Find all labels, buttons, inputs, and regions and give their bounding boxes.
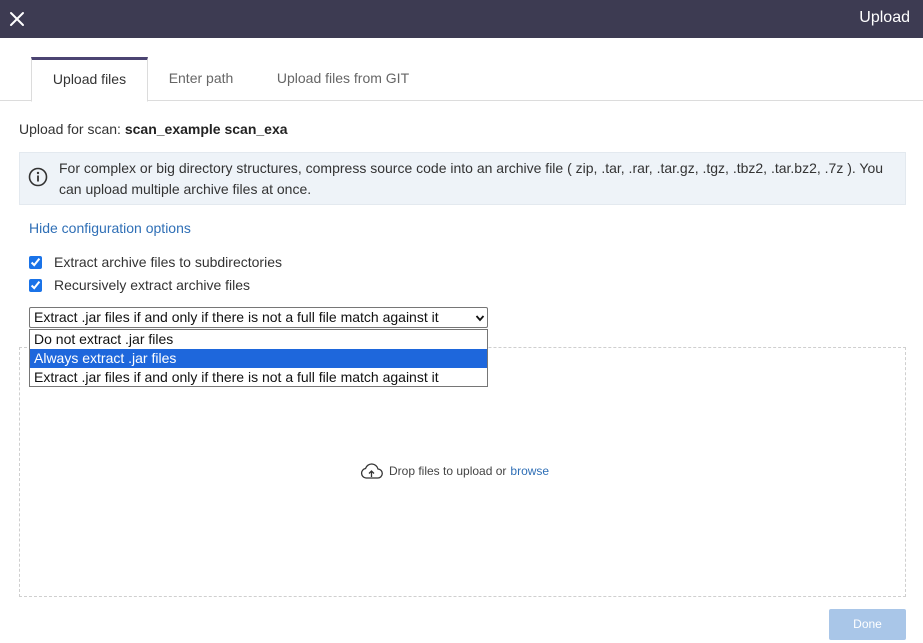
jar-option[interactable]: Extract .jar files if and only if there … (30, 368, 487, 387)
chevron-down-icon (475, 315, 485, 322)
done-button[interactable]: Done (829, 609, 906, 640)
recursive-extract-option[interactable]: Recursively extract archive files (29, 277, 250, 293)
jar-select-value: Extract .jar files if and only if there … (34, 309, 439, 325)
header-bar: Upload (0, 0, 923, 38)
jar-option-highlighted[interactable]: Always extract .jar files (30, 349, 487, 368)
hide-config-link[interactable]: Hide configuration options (29, 220, 191, 236)
close-icon[interactable] (8, 10, 26, 28)
jar-extract-select[interactable]: Extract .jar files if and only if there … (29, 307, 488, 328)
recursive-extract-checkbox[interactable] (29, 278, 42, 292)
drop-prompt: Drop files to upload or browse (360, 462, 549, 480)
tab-enter-path[interactable]: Enter path (155, 57, 247, 101)
drop-text: Drop files to upload or (389, 464, 507, 478)
info-text: For complex or big directory structures,… (59, 160, 884, 197)
extract-subdirs-option[interactable]: Extract archive files to subdirectories (29, 254, 282, 270)
browse-link[interactable]: browse (510, 464, 549, 478)
cloud-upload-icon (360, 463, 383, 479)
scan-name: scan_example scan_exa (124, 121, 288, 137)
extract-subdirs-checkbox[interactable] (29, 255, 42, 269)
tab-upload-from-git[interactable]: Upload files from GIT (262, 57, 424, 101)
tab-upload-files[interactable]: Upload files (31, 57, 148, 102)
info-icon (28, 167, 48, 187)
dialog-title: Upload (859, 9, 910, 26)
jar-option[interactable]: Do not extract .jar files (30, 330, 487, 349)
extract-subdirs-label: Extract archive files to subdirectories (54, 254, 282, 270)
jar-select-dropdown: Do not extract .jar files Always extract… (29, 329, 488, 387)
scan-info: Upload for scan: scan_example scan_exa (19, 121, 288, 137)
tab-bar: Upload files Enter path Upload files fro… (0, 38, 923, 102)
recursive-extract-label: Recursively extract archive files (54, 277, 251, 293)
info-banner: For complex or big directory structures,… (19, 152, 906, 205)
scan-label: Upload for scan: (19, 121, 121, 137)
